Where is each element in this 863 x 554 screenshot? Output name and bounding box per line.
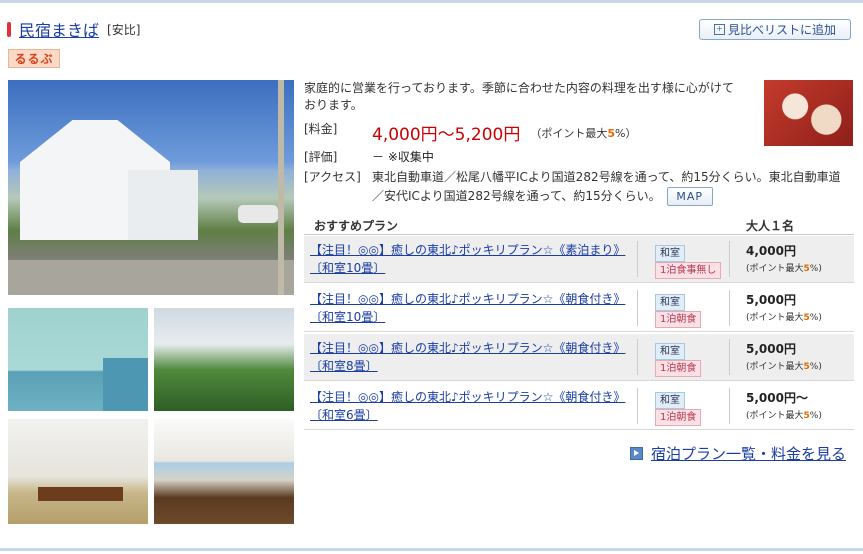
plan-title-link[interactable]: 【注目！◎◎】癒しの東北♪ポッキリプラン☆《朝食付き》〔和室8畳〕 bbox=[310, 339, 630, 375]
plan-point-note: (ポイント最大5%) bbox=[746, 411, 822, 421]
price-point-note: （ポイント最大5%） bbox=[530, 127, 637, 140]
plan-price: 4,000円 bbox=[746, 244, 796, 258]
plan-title-link[interactable]: 【注目！◎◎】癒しの東北♪ポッキリプラン☆《朝食付き》〔和室6畳〕 bbox=[310, 388, 630, 424]
main-photo-exterior[interactable] bbox=[8, 80, 294, 295]
price-label: [料金] bbox=[304, 122, 338, 136]
room-type-tag: 和室 bbox=[655, 392, 685, 409]
title-marker bbox=[7, 21, 11, 37]
photo-dish[interactable] bbox=[764, 80, 853, 146]
access-value: 東北自動車道／松尾八幡平ICより国道282号線を通って、約15分くらい。東北自動… bbox=[372, 168, 850, 206]
meal-tag: 1泊朝食 bbox=[655, 360, 702, 377]
room-type-tag: 和室 bbox=[655, 294, 685, 311]
area-label: [安比] bbox=[107, 22, 141, 37]
plan-price: 5,000円〜 bbox=[746, 391, 808, 405]
meal-tag: 1泊朝食 bbox=[655, 409, 702, 426]
photo-dining-room[interactable] bbox=[154, 419, 294, 524]
all-plans-label: 宿泊プラン一覧・料金を見る bbox=[651, 445, 847, 463]
price-value: 4,000円〜5,200円 bbox=[372, 125, 521, 145]
photo-bath[interactable] bbox=[8, 308, 148, 411]
plan-point-note: (ポイント最大5%) bbox=[746, 264, 822, 274]
rating-label: [評価] bbox=[304, 150, 338, 164]
rating-value: － ※収集中 bbox=[372, 150, 434, 164]
plan-price: 5,000円 bbox=[746, 293, 796, 307]
rurubu-badge: るるぶ bbox=[8, 49, 60, 68]
plan-header-label: おすすめプラン bbox=[314, 219, 399, 233]
plus-box-icon: + bbox=[713, 24, 725, 35]
all-plans-link[interactable]: 宿泊プラン一覧・料金を見る bbox=[630, 443, 846, 464]
access-row: [アクセス] 東北自動車道／松尾八幡平ICより国道282号線を通って、約15分く… bbox=[304, 168, 850, 206]
plan-title-link[interactable]: 【注目！◎◎】癒しの東北♪ポッキリプラン☆《朝食付き》〔和室10畳〕 bbox=[310, 290, 630, 326]
photo-garden[interactable] bbox=[154, 308, 294, 411]
top-divider bbox=[0, 0, 863, 3]
access-label: [アクセス] bbox=[304, 170, 361, 184]
arrow-right-icon bbox=[630, 447, 643, 460]
meal-tag: 1泊食事無し bbox=[655, 262, 722, 279]
add-to-compare-label: 見比べリストに追加 bbox=[727, 23, 836, 37]
plan-row: 【注目！◎◎】癒しの東北♪ポッキリプラン☆《素泊まり》〔和室10畳〕 和室 1泊… bbox=[304, 236, 854, 283]
plan-price: 5,000円 bbox=[746, 342, 796, 356]
plan-row: 【注目！◎◎】癒しの東北♪ポッキリプラン☆《朝食付き》〔和室10畳〕 和室 1泊… bbox=[304, 285, 854, 332]
inn-description: 家庭的に営業を行っております。季節に合わせた内容の料理を出す様に心がけております… bbox=[304, 81, 734, 112]
title-bar: 民宿まきば [安比] bbox=[7, 18, 140, 40]
price-header-label: 大人１名 bbox=[746, 219, 795, 233]
bottom-divider bbox=[0, 548, 863, 551]
plan-title-link[interactable]: 【注目！◎◎】癒しの東北♪ポッキリプラン☆《素泊まり》〔和室10畳〕 bbox=[310, 241, 630, 277]
plan-point-note: (ポイント最大5%) bbox=[746, 313, 822, 323]
room-type-tag: 和室 bbox=[655, 245, 685, 262]
price-row: [料金] 4,000円〜5,200円 （ポイント最大5%） bbox=[304, 120, 636, 145]
room-type-tag: 和室 bbox=[655, 343, 685, 360]
inn-name-link[interactable]: 民宿まきば bbox=[19, 17, 99, 41]
meal-tag: 1泊朝食 bbox=[655, 311, 702, 328]
photo-japanese-room[interactable] bbox=[8, 419, 148, 524]
plan-table-header: おすすめプラン 大人１名 bbox=[304, 214, 854, 235]
map-button[interactable]: MAP bbox=[666, 187, 713, 206]
rating-row: [評価] － ※収集中 bbox=[304, 148, 434, 165]
plan-row: 【注目！◎◎】癒しの東北♪ポッキリプラン☆《朝食付き》〔和室6畳〕 和室 1泊朝… bbox=[304, 383, 854, 430]
plan-row: 【注目！◎◎】癒しの東北♪ポッキリプラン☆《朝食付き》〔和室8畳〕 和室 1泊朝… bbox=[304, 334, 854, 381]
plan-point-note: (ポイント最大5%) bbox=[746, 362, 822, 372]
add-to-compare-button[interactable]: + 見比べリストに追加 bbox=[699, 19, 851, 40]
